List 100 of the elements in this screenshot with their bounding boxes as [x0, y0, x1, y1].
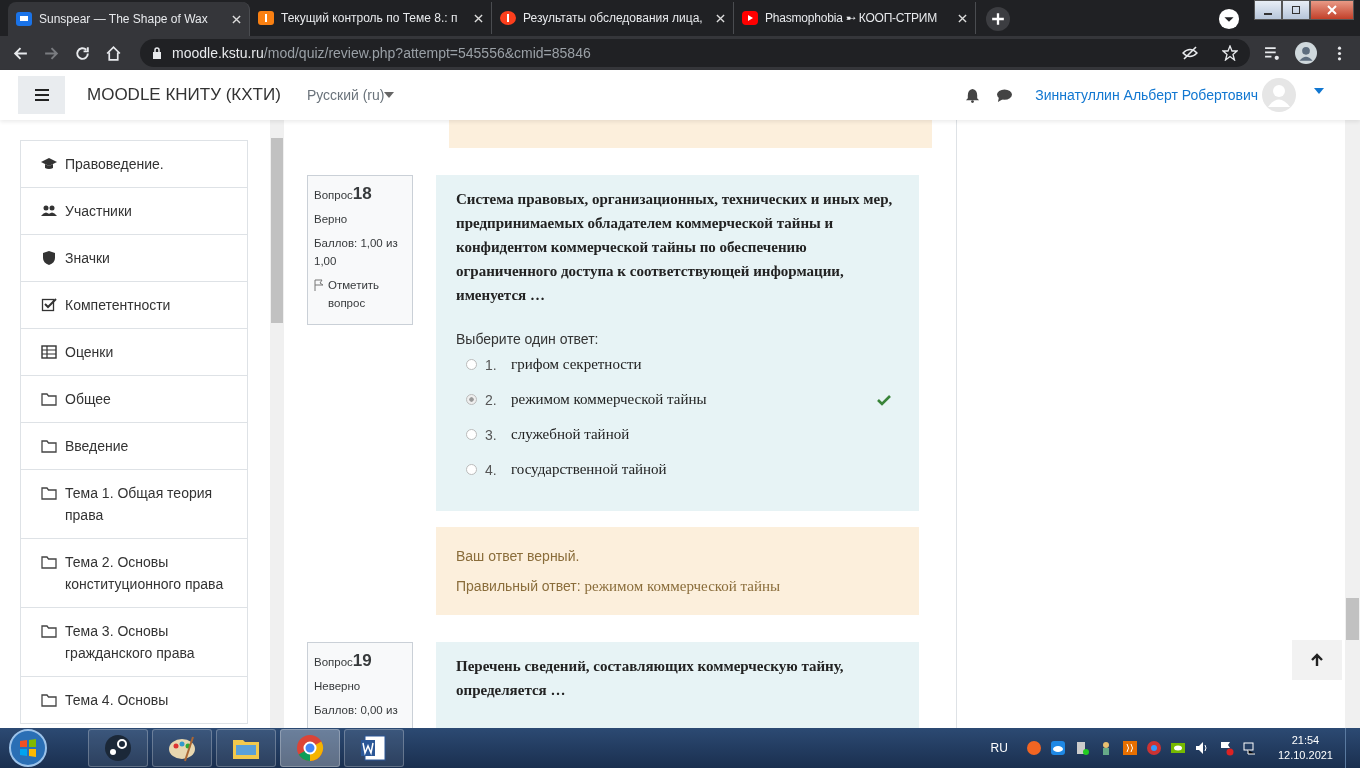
document-app-icon[interactable]: [344, 729, 404, 767]
question-number: Вопрос18: [314, 184, 373, 204]
folder-icon: [41, 438, 57, 454]
eye-off-icon[interactable]: [1182, 45, 1198, 61]
folder-icon: [41, 692, 57, 708]
new-tab-button[interactable]: [986, 7, 1010, 31]
tray-icon[interactable]: [1169, 740, 1186, 756]
lock-icon: [152, 47, 162, 59]
question-text: Перечень сведений, составляющих коммерческую тайну, определяется …: [456, 657, 845, 700]
checkbox-icon: [41, 297, 57, 313]
close-icon[interactable]: [958, 13, 967, 23]
close-icon[interactable]: [716, 13, 725, 23]
close-icon[interactable]: [474, 13, 483, 23]
nav-item[interactable]: Участники: [20, 188, 248, 235]
caret-icon[interactable]: [384, 92, 395, 98]
radio-button[interactable]: [466, 464, 477, 475]
minimize-button[interactable]: [1254, 0, 1282, 20]
back-to-top-button[interactable]: [1292, 640, 1342, 680]
question-grade: Баллов: 0,00 из: [314, 703, 399, 718]
site-name[interactable]: MOODLE КНИТУ (КХТИ): [87, 85, 281, 105]
browser-app-icon[interactable]: [280, 729, 340, 767]
answer-text: режимом коммерческой тайны: [511, 391, 708, 408]
menu-button[interactable]: [18, 76, 65, 114]
speaker-icon[interactable]: [1193, 740, 1210, 756]
nav-item[interactable]: Правоведение.: [20, 140, 248, 188]
network-icon[interactable]: [1241, 740, 1258, 756]
plus-icon: [991, 12, 1005, 26]
nav-item[interactable]: Введение: [20, 423, 248, 470]
close-icon[interactable]: [232, 14, 241, 24]
scrollbar[interactable]: [1345, 120, 1360, 728]
star-icon[interactable]: [1222, 45, 1238, 61]
cloud-icon[interactable]: [1049, 740, 1066, 756]
avatar-icon[interactable]: [1295, 42, 1317, 64]
site-icon: [258, 10, 274, 26]
address-bar[interactable]: moodle.kstu.ru/mod/quiz/review.php?attempt=545556&cmid=85846: [140, 39, 1250, 67]
nav-item[interactable]: Тема 1. Общая теория права: [20, 470, 248, 539]
tab-search-icon[interactable]: [1218, 8, 1240, 30]
clock-date: 12.10.2021: [1277, 748, 1333, 763]
user-name[interactable]: Зиннатуллин Альберт Робертович: [1035, 87, 1258, 103]
bell-icon[interactable]: [965, 87, 981, 103]
flag-link[interactable]: Отметить вопрос: [314, 276, 406, 312]
reload-icon[interactable]: [74, 44, 91, 62]
radio-button[interactable]: [466, 429, 477, 440]
answer-text: грифом секретности: [511, 356, 643, 373]
correct-answer-text: Правильный ответ: режимом коммерческой тайны: [456, 577, 782, 596]
feedback-text: Ваш ответ верный.: [456, 547, 581, 566]
close-icon: [1327, 5, 1337, 15]
chat-icon: [16, 11, 32, 27]
palette-app-icon[interactable]: [152, 729, 212, 767]
nav-item[interactable]: Оценки: [20, 329, 248, 376]
nav-item[interactable]: Значки: [20, 235, 248, 282]
nav-item[interactable]: Общее: [20, 376, 248, 423]
answer-prompt: Выберите один ответ:: [456, 331, 600, 347]
browser-tab[interactable]: Phasmophobia ➸ КООП-СТРИМ: [734, 2, 976, 34]
question-text: Система правовых, организационных, технических и иных мер, предпринимаемых обладателем коммерческой тайны и конфидентом коммерческой тайны по обеспечению ограниченного доступа к соответствующей информации, именуется …: [456, 190, 894, 305]
nav-item[interactable]: Компетентности: [20, 282, 248, 329]
maximize-button[interactable]: [1282, 0, 1310, 20]
folder-icon: [41, 623, 57, 639]
folder-icon: [41, 485, 57, 501]
chat-icon[interactable]: [997, 87, 1013, 103]
tray-icon[interactable]: [1121, 740, 1138, 756]
maximize-icon: [1291, 5, 1301, 15]
site-icon: [500, 10, 516, 26]
language-indicator[interactable]: RU: [990, 741, 1008, 755]
folder-icon: [41, 391, 57, 407]
question-grade: Баллов: 1,00 из 1,00: [314, 236, 399, 269]
nav-item[interactable]: Тема 3. Основы гражданского права: [20, 608, 248, 677]
arrow-up-icon: [1311, 653, 1323, 667]
playlist-icon[interactable]: [1264, 44, 1281, 62]
clock[interactable]: 21:54 12.10.2021: [1277, 733, 1333, 763]
folder-app-icon[interactable]: [216, 729, 276, 767]
menu-icon: [34, 89, 49, 101]
answer-number: 1.: [485, 356, 498, 373]
play-icon: [742, 10, 758, 26]
browser-tab[interactable]: Текущий контроль по Теме 8.: п: [250, 2, 492, 34]
question-state: Неверно: [314, 679, 362, 694]
radio-button[interactable]: [466, 359, 477, 370]
minimize-icon: [1264, 12, 1272, 15]
browser-tab[interactable]: Результаты обследования лица,: [492, 2, 734, 34]
folder-icon: [41, 554, 57, 570]
radio-button[interactable]: [466, 394, 477, 405]
caret-icon[interactable]: [1314, 88, 1324, 94]
question-state: Верно: [314, 212, 349, 227]
close-button[interactable]: [1310, 0, 1354, 20]
answer-number: 2.: [485, 391, 498, 408]
nav-item[interactable]: Тема 2. Основы конституционного права: [20, 539, 248, 608]
answer-text: государственной тайной: [511, 461, 668, 478]
users-icon: [41, 203, 57, 219]
answer-number: 4.: [485, 461, 498, 478]
browser-tab[interactable]: Sunspear — The Shape of Wax: [8, 2, 250, 36]
language-menu[interactable]: Русский (ru): [306, 87, 385, 103]
shield-icon: [41, 250, 57, 266]
steam-app-icon[interactable]: [88, 729, 148, 767]
nav-item[interactable]: Тема 4. Основы: [20, 677, 248, 724]
home-icon[interactable]: [105, 44, 122, 62]
start-button[interactable]: [8, 728, 48, 768]
question-number: Вопрос19: [314, 651, 373, 671]
scrollbar[interactable]: [270, 120, 284, 728]
flag-icon: [314, 279, 324, 291]
clock-time: 21:54: [1291, 733, 1320, 748]
